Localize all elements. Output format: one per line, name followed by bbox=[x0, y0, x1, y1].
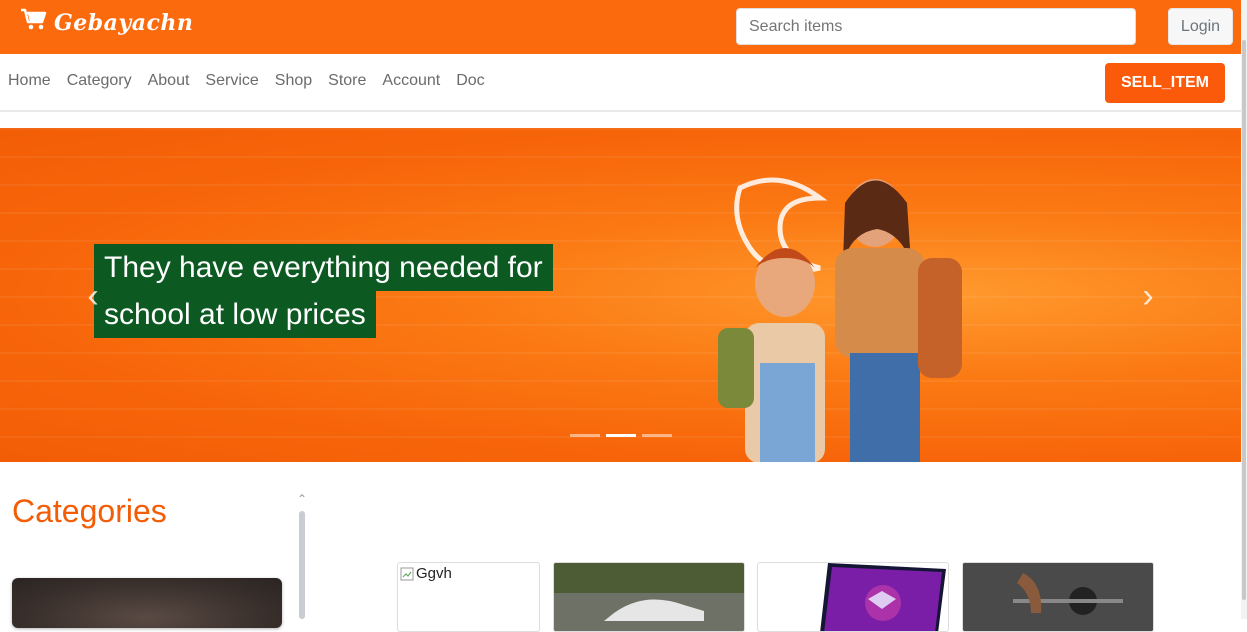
product-card[interactable] bbox=[553, 562, 745, 632]
cart-icon bbox=[20, 8, 48, 37]
category-card[interactable] bbox=[12, 578, 282, 628]
carousel-indicator-1[interactable] bbox=[570, 434, 600, 437]
chevron-right-icon[interactable]: › bbox=[1133, 278, 1163, 314]
top-header: Gebayachn Login bbox=[0, 0, 1241, 54]
laptop-photo bbox=[820, 563, 946, 631]
search-input[interactable] bbox=[736, 8, 1136, 45]
product-card[interactable] bbox=[757, 562, 949, 632]
carousel-indicator-2[interactable] bbox=[606, 434, 636, 437]
hero-caption-line-2: school at low prices bbox=[94, 291, 376, 338]
categories-heading: Categories bbox=[12, 493, 167, 529]
product-card[interactable] bbox=[962, 562, 1154, 632]
categories-scrollbar[interactable] bbox=[299, 511, 305, 619]
hero-image-girls bbox=[718, 177, 962, 462]
sell-item-button[interactable]: SELL_ITEM bbox=[1105, 63, 1225, 103]
nav-store[interactable]: Store bbox=[328, 72, 366, 90]
nav-doc[interactable]: Doc bbox=[456, 72, 484, 90]
brand-logo[interactable]: Gebayachn bbox=[20, 8, 193, 37]
chevron-left-icon[interactable]: ‹ bbox=[78, 278, 108, 314]
car-photo bbox=[554, 563, 744, 631]
gym-photo bbox=[963, 563, 1153, 631]
nav-category[interactable]: Category bbox=[67, 72, 132, 90]
login-button[interactable]: Login bbox=[1168, 8, 1233, 45]
carousel-indicator-3[interactable] bbox=[642, 434, 672, 437]
brand-name: Gebayachn bbox=[54, 9, 194, 36]
hero-carousel: They have everything needed for school a… bbox=[0, 128, 1241, 462]
main-nav: Home Category About Service Shop Store A… bbox=[0, 54, 1241, 112]
broken-image: Ggvh bbox=[398, 563, 539, 584]
image-alt-text: Ggvh bbox=[416, 565, 452, 582]
broken-image-icon bbox=[400, 567, 414, 580]
page-scrollbar-thumb[interactable] bbox=[1242, 40, 1246, 600]
nav-service[interactable]: Service bbox=[205, 72, 258, 90]
nav-about[interactable]: About bbox=[148, 72, 190, 90]
hero-caption: They have everything needed for school a… bbox=[94, 244, 574, 338]
product-card[interactable]: Ggvh bbox=[397, 562, 540, 632]
nav-links: Home Category About Service Shop Store A… bbox=[8, 72, 485, 90]
nav-account[interactable]: Account bbox=[382, 72, 440, 90]
nav-shop[interactable]: Shop bbox=[275, 72, 312, 90]
scroll-up-icon[interactable]: ⌃ bbox=[297, 492, 307, 506]
hero-caption-line-1: They have everything needed for bbox=[94, 244, 553, 291]
carousel-indicators bbox=[570, 434, 672, 437]
nav-home[interactable]: Home bbox=[8, 72, 51, 90]
